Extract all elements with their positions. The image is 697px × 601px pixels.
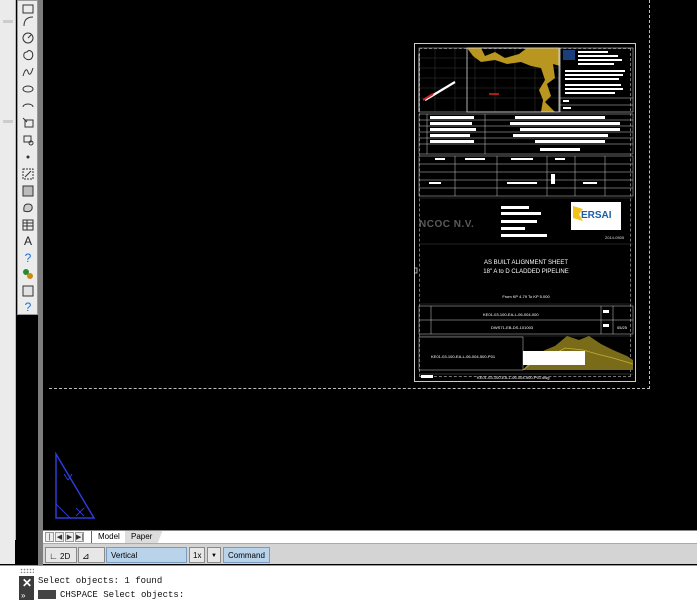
ellipse-arc-icon[interactable] bbox=[20, 98, 36, 113]
help-icon[interactable]: ? bbox=[20, 250, 36, 265]
logo-text: ERSAI bbox=[581, 210, 612, 221]
vertical-exaggeration-label: Vertical Exaggeration: bbox=[106, 547, 187, 576]
command-input[interactable]: CHSPACE Select objects: bbox=[38, 590, 184, 600]
exaggeration-dropdown-icon[interactable]: ▼ bbox=[207, 547, 221, 563]
document-number: KE01-03-100-EA-L-06-004-000 bbox=[483, 312, 539, 317]
view-2d-label: 2D bbox=[60, 552, 71, 561]
company-name: NCOC N.V. bbox=[419, 219, 475, 230]
close-icon[interactable]: ✕ bbox=[22, 576, 32, 590]
panel-divider bbox=[3, 120, 13, 123]
add-selected-icon[interactable] bbox=[20, 266, 36, 281]
circle-tool-icon[interactable] bbox=[20, 30, 36, 45]
status-bar: ∟ 2D ⊿ 3D Vertical Exaggeration: 1x ▼ Co… bbox=[43, 543, 697, 577]
panel-divider bbox=[3, 20, 13, 23]
spline-tool-icon[interactable] bbox=[20, 64, 36, 79]
first-layout-button[interactable]: |◀ bbox=[45, 532, 54, 551]
command-button[interactable]: Command bbox=[223, 547, 270, 563]
drawing-reference: KE01-03-100-EA-L-06-004-500-P01 bbox=[431, 354, 496, 359]
view-3d-icon: ⊿ bbox=[82, 551, 90, 561]
sheet-kp-range: From KP 4.79 To KP 5.000 bbox=[502, 294, 550, 299]
view-2d-button[interactable]: ∟ 2D bbox=[45, 547, 77, 563]
outer-panel-lower bbox=[0, 540, 15, 564]
sheet-page-number: 05/25 bbox=[617, 325, 628, 330]
make-block-icon[interactable] bbox=[20, 132, 36, 147]
command-history-line: Select objects: 1 found bbox=[38, 576, 163, 586]
arc-tool-icon[interactable] bbox=[20, 13, 36, 28]
insert-block-icon[interactable] bbox=[20, 115, 36, 130]
multiline-text-icon[interactable]: A bbox=[20, 233, 36, 248]
view-3d-button[interactable]: ⊿ 3D bbox=[78, 547, 105, 577]
outer-panel bbox=[0, 0, 16, 540]
sheet-subtitle: 18" A to D CLADDED PIPELINE bbox=[483, 269, 569, 275]
hatch-tool-icon[interactable] bbox=[20, 166, 36, 181]
sheet-title: AS BUILT ALIGNMENT SHEET bbox=[483, 260, 569, 266]
table-tool-icon[interactable] bbox=[20, 217, 36, 232]
layout-tab-bar: |◀ ◀ ▶ ▶| Model Paper bbox=[43, 530, 697, 551]
last-layout-button[interactable]: ▶| bbox=[75, 532, 84, 542]
draw-toolbar: A ? ? bbox=[17, 0, 38, 315]
help-icon-secondary[interactable]: ? bbox=[20, 299, 36, 314]
sheet-date: 2014-0505 bbox=[605, 235, 625, 240]
tab-paper[interactable]: Paper bbox=[125, 531, 163, 543]
alignment-sheet[interactable]: NCOC N.V. ERSAI 2014-0505 AS BUILT ALIGN… bbox=[414, 43, 636, 382]
previous-layout-button[interactable]: ◀ bbox=[55, 532, 64, 542]
view-2d-icon: ∟ bbox=[49, 551, 58, 561]
exaggeration-value[interactable]: 1x bbox=[189, 547, 205, 563]
revision-cloud-icon[interactable] bbox=[20, 47, 36, 62]
viewport-tool-icon[interactable] bbox=[20, 283, 36, 298]
options-icon[interactable]: » bbox=[21, 591, 25, 600]
drawing-canvas[interactable]: NCOC N.V. ERSAI 2014-0505 AS BUILT ALIGN… bbox=[43, 0, 697, 530]
file-reference: KE01-03-100-EA-L-06-004-500-P01.dwg bbox=[477, 375, 550, 380]
paper-boundary-right bbox=[649, 0, 650, 389]
region-tool-icon[interactable] bbox=[20, 200, 36, 215]
ellipse-tool-icon[interactable] bbox=[20, 81, 36, 96]
point-tool-icon[interactable] bbox=[20, 149, 36, 164]
command-input-text: CHSPACE Select objects: bbox=[60, 590, 185, 600]
command-line-grip[interactable] bbox=[20, 568, 34, 573]
paper-boundary-bottom bbox=[49, 388, 650, 389]
contractor-logo: ERSAI bbox=[571, 202, 621, 230]
document-number-alt: DWS71-EB-DS-101003 bbox=[491, 325, 534, 330]
gradient-tool-icon[interactable] bbox=[20, 183, 36, 198]
command-prompt-icon bbox=[38, 590, 56, 600]
ucs-icon bbox=[55, 452, 96, 519]
next-layout-button[interactable]: ▶ bbox=[65, 532, 74, 542]
